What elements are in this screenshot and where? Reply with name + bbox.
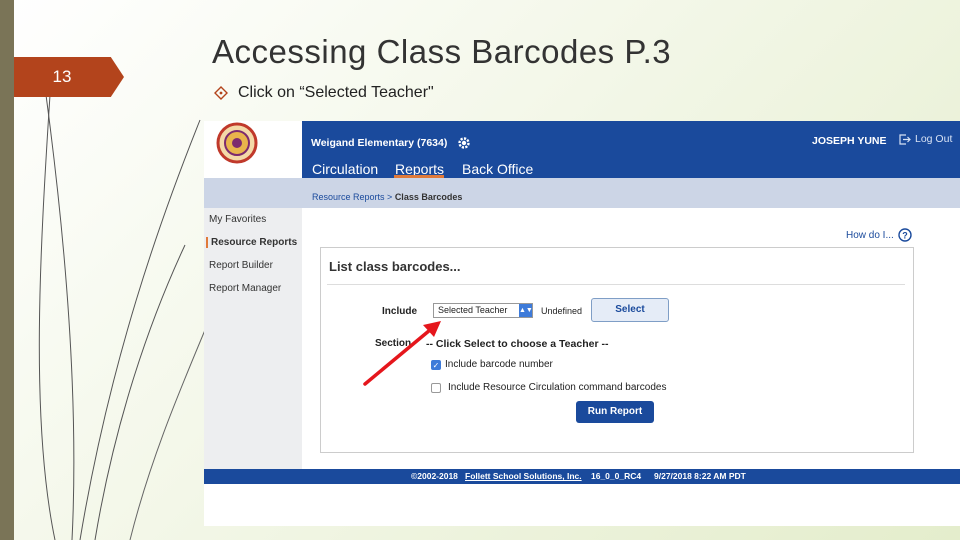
select-arrows-icon: ▲▼ xyxy=(519,304,533,317)
svg-text:?: ? xyxy=(902,231,908,241)
include-command-barcodes-checkbox[interactable] xyxy=(431,383,441,393)
footer-version: 16_0_0_RC4 xyxy=(591,471,642,481)
include-barcode-label: Include barcode number xyxy=(445,359,553,370)
breadcrumb-parent[interactable]: Resource Reports xyxy=(312,192,385,202)
breadcrumb-separator: > xyxy=(384,192,395,202)
sidebar-item-my-favorites[interactable]: My Favorites xyxy=(209,214,266,225)
run-report-button[interactable]: Run Report xyxy=(576,401,654,423)
bullet-item: Click on “Selected Teacher" xyxy=(214,84,434,102)
breadcrumb: Resource Reports > Class Barcodes xyxy=(312,192,462,202)
help-link-label: How do I... xyxy=(846,229,894,241)
bullet-text: Click on “Selected Teacher" xyxy=(238,84,434,101)
district-seal-icon xyxy=(216,122,258,164)
footer-company-link[interactable]: Follett School Solutions, Inc. xyxy=(465,471,582,481)
footer-datetime: 9/27/2018 8:22 AM PDT xyxy=(654,471,746,481)
footer-bar: ©2002-2018 Follett School Solutions, Inc… xyxy=(204,469,960,484)
sidebar: My Favorites Resource Reports Report Bui… xyxy=(204,208,302,469)
nav-circulation[interactable]: Circulation xyxy=(312,161,378,177)
panel-divider xyxy=(327,284,905,285)
section-label: Section xyxy=(375,338,412,349)
gear-icon[interactable] xyxy=(457,136,471,150)
section-hint: -- Click Select to choose a Teacher -- xyxy=(426,338,609,350)
school-name[interactable]: Weigand Elementary (7634) xyxy=(311,137,447,149)
sidebar-item-report-manager[interactable]: Report Manager xyxy=(209,283,281,294)
include-label: Include xyxy=(382,306,418,317)
school-logo-area xyxy=(204,121,302,178)
footer-copyright: ©2002-2018 xyxy=(411,471,458,481)
help-icon: ? xyxy=(898,228,912,242)
logout-link[interactable]: Log Out xyxy=(899,133,952,145)
slide-number: 13 xyxy=(14,57,124,97)
slide-title: Accessing Class Barcodes P.3 xyxy=(212,33,672,70)
include-select-value: Selected Teacher xyxy=(438,305,508,315)
nav-back-office[interactable]: Back Office xyxy=(462,161,533,177)
include-select[interactable]: Selected Teacher ▲▼ xyxy=(433,303,533,318)
logout-icon xyxy=(899,133,911,145)
diamond-bullet-icon xyxy=(214,86,228,100)
help-link[interactable]: How do I... ? xyxy=(846,228,912,242)
breadcrumb-current: Class Barcodes xyxy=(394,192,463,202)
report-panel: List class barcodes... Include Selected … xyxy=(320,247,914,453)
select-button[interactable]: Select xyxy=(591,298,669,322)
include-barcode-checkbox[interactable]: ✓ xyxy=(431,360,441,370)
include-command-barcodes-label: Include Resource Circulation command bar… xyxy=(448,382,667,393)
breadcrumb-bar: Resource Reports > Class Barcodes xyxy=(204,178,960,208)
logout-label: Log Out xyxy=(915,133,953,145)
app-header: Weigand Elementary (7634) Circulation Re… xyxy=(204,121,960,178)
panel-title: List class barcodes... xyxy=(329,259,461,274)
sidebar-item-report-builder[interactable]: Report Builder xyxy=(209,260,273,271)
user-name: JOSEPH YUNE xyxy=(812,135,887,147)
undefined-text: Undefined xyxy=(541,306,583,316)
screenshot: Weigand Elementary (7634) Circulation Re… xyxy=(204,121,960,526)
sidebar-item-resource-reports[interactable]: Resource Reports xyxy=(206,237,297,248)
